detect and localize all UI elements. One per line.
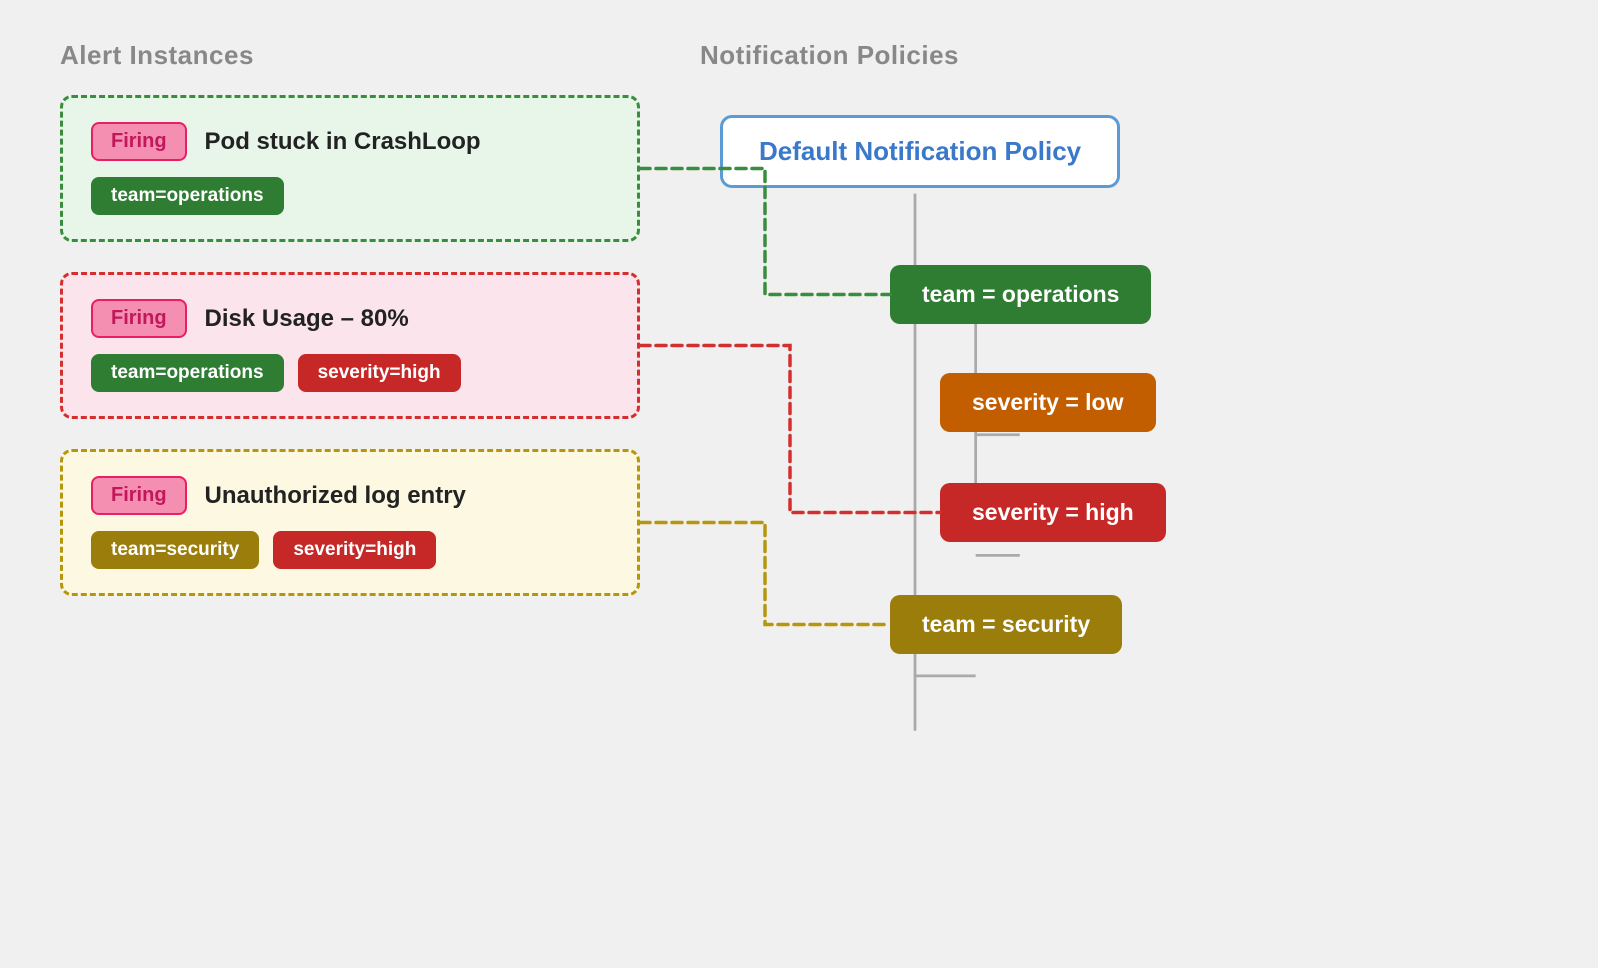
right-panel-title: Notification Policies bbox=[700, 40, 1538, 71]
alert-card-1: Firing Pod stuck in CrashLoop team=opera… bbox=[60, 95, 640, 242]
policy-node-severity-low: severity = low bbox=[940, 373, 1156, 432]
alert-header-3: Firing Unauthorized log entry bbox=[91, 476, 609, 515]
policy-node-severity-high: severity = high bbox=[940, 483, 1166, 542]
right-panel: Notification Policies Default Notificati… bbox=[700, 40, 1538, 928]
left-panel-title: Alert Instances bbox=[60, 40, 640, 71]
tag-team-ops-1: team=operations bbox=[91, 177, 284, 215]
alert-card-2: Firing Disk Usage – 80% team=operations … bbox=[60, 272, 640, 419]
firing-badge-3: Firing bbox=[91, 476, 187, 515]
alert-header-1: Firing Pod stuck in CrashLoop bbox=[91, 122, 609, 161]
tag-severity-high-2: severity=high bbox=[298, 354, 461, 392]
alert-card-3: Firing Unauthorized log entry team=secur… bbox=[60, 449, 640, 596]
policy-node-team-sec: team = security bbox=[890, 595, 1122, 654]
firing-badge-1: Firing bbox=[91, 122, 187, 161]
alert-tags-2: team=operations severity=high bbox=[91, 354, 609, 392]
firing-badge-2: Firing bbox=[91, 299, 187, 338]
policy-tree: Default Notification Policy team = opera… bbox=[700, 95, 1538, 928]
tag-team-sec-3: team=security bbox=[91, 531, 259, 569]
alert-tags-1: team=operations bbox=[91, 177, 609, 215]
main-container: Alert Instances Firing Pod stuck in Cras… bbox=[0, 0, 1598, 968]
alert-title-1: Pod stuck in CrashLoop bbox=[205, 128, 481, 156]
alert-title-3: Unauthorized log entry bbox=[205, 482, 466, 510]
alert-title-2: Disk Usage – 80% bbox=[205, 305, 409, 333]
alert-tags-3: team=security severity=high bbox=[91, 531, 609, 569]
tag-team-ops-2: team=operations bbox=[91, 354, 284, 392]
policy-node-team-ops: team = operations bbox=[890, 265, 1151, 324]
default-policy-box: Default Notification Policy bbox=[720, 115, 1120, 188]
left-panel: Alert Instances Firing Pod stuck in Cras… bbox=[60, 40, 640, 928]
alert-header-2: Firing Disk Usage – 80% bbox=[91, 299, 609, 338]
tag-severity-high-3: severity=high bbox=[273, 531, 436, 569]
